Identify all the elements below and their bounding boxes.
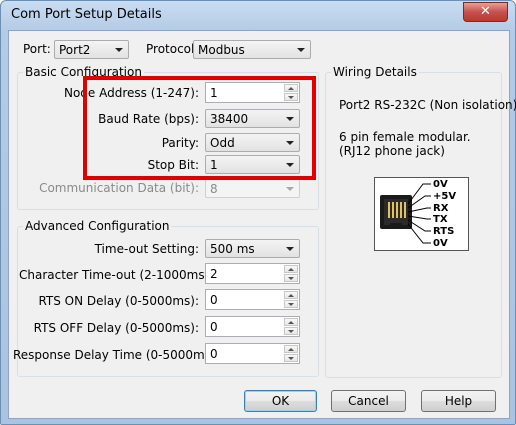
port-label: Port: [23, 42, 51, 56]
ok-button[interactable]: OK [244, 390, 317, 412]
char-timeout-value: 2 [210, 267, 218, 281]
timeout-select[interactable]: 500 ms [205, 239, 300, 258]
close-icon: ✕ [480, 4, 491, 19]
spin-up-icon[interactable] [284, 291, 298, 299]
pin-label: 0V [433, 179, 448, 190]
wiring-port-desc: Port2 RS-232C (Non isolation) [339, 98, 516, 112]
response-delay-value: 0 [210, 347, 218, 361]
char-timeout-label: Character Time-out (2-1000ms): [19, 268, 214, 282]
response-delay-spinner[interactable] [284, 345, 298, 362]
jack-desc-line2: (RJ12 phone jack) [339, 144, 445, 158]
spin-up-icon[interactable] [284, 345, 298, 353]
char-timeout-spinner[interactable] [284, 265, 298, 282]
port-select[interactable]: Port2 [54, 40, 129, 59]
protocol-select-value: Modbus [198, 43, 245, 57]
protocol-label: Protocol: [146, 42, 199, 56]
spin-up-icon[interactable] [284, 265, 298, 273]
rj12-diagram: 0V +5V RX TX RTS 0V [374, 177, 469, 251]
spin-down-icon[interactable] [284, 274, 298, 282]
protocol-select[interactable]: Modbus [193, 40, 311, 59]
rts-on-input[interactable]: 0 [205, 289, 300, 310]
advanced-config-legend: Advanced Configuration [23, 219, 172, 233]
rts-off-label: RTS OFF Delay (0-5000ms): [33, 321, 199, 335]
help-button[interactable]: Help [421, 390, 496, 412]
pin-label: 0V [433, 238, 448, 249]
port-select-value: Port2 [59, 43, 91, 57]
chevron-down-icon [297, 48, 305, 52]
pin-label: TX [433, 214, 448, 225]
chevron-down-icon [286, 247, 294, 251]
rj12-jack-icon [380, 183, 431, 244]
wiring-details-legend: Wiring Details [331, 65, 419, 79]
timeout-value: 500 ms [210, 242, 255, 256]
chevron-down-icon [115, 48, 123, 52]
rts-off-input[interactable]: 0 [205, 316, 300, 337]
comm-data-label: Communication Data (bit): [39, 181, 199, 195]
close-button[interactable]: ✕ [463, 2, 508, 22]
pin-label: +5V [433, 191, 457, 202]
rts-on-value: 0 [210, 293, 218, 307]
pin-label: RTS [433, 226, 455, 237]
title-bar[interactable]: Com Port Setup Details ✕ [1, 1, 515, 29]
rts-on-label: RTS ON Delay (0-5000ms): [38, 294, 199, 308]
comm-data-select: 8 [205, 179, 300, 198]
spin-down-icon[interactable] [284, 300, 298, 308]
response-delay-input[interactable]: 0 [205, 343, 300, 364]
pin-label: RX [433, 203, 449, 214]
spin-down-icon[interactable] [284, 354, 298, 362]
comm-data-value: 8 [210, 182, 218, 196]
rts-off-value: 0 [210, 320, 218, 334]
window-title: Com Port Setup Details [11, 7, 162, 22]
response-delay-label: Response Delay Time (0-5000ms): [13, 348, 220, 362]
rts-on-spinner[interactable] [284, 291, 298, 308]
char-timeout-input[interactable]: 2 [205, 263, 300, 284]
timeout-label: Time-out Setting: [94, 242, 199, 256]
jack-desc-line1: 6 pin female modular. [339, 130, 471, 144]
spin-down-icon[interactable] [284, 327, 298, 335]
rts-off-spinner[interactable] [284, 318, 298, 335]
chevron-down-icon [286, 187, 294, 191]
spin-up-icon[interactable] [284, 318, 298, 326]
cancel-button[interactable]: Cancel [331, 390, 406, 412]
dialog-client-area: Port: Port2 Protocol: Modbus Basic Confi… [8, 30, 516, 419]
highlight-box [83, 76, 316, 180]
dialog-window: Com Port Setup Details ✕ Port: Port2 Pro… [0, 0, 516, 425]
